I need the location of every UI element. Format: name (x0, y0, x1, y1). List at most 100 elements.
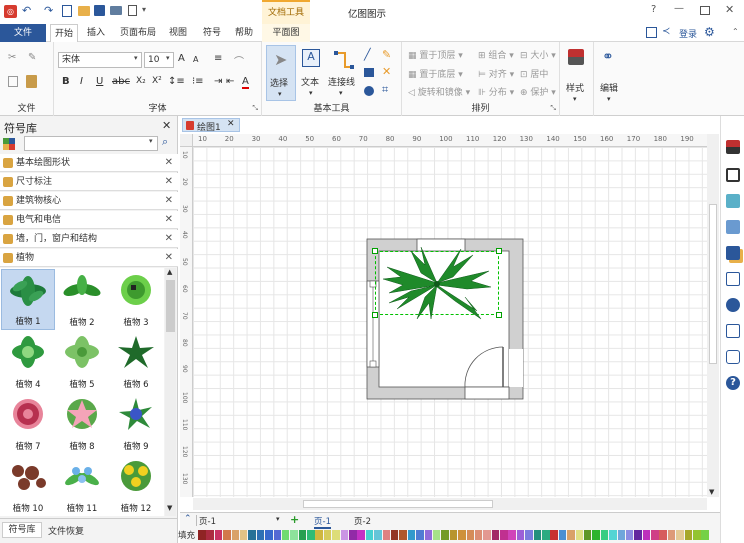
arrange-dialog-launcher-icon[interactable]: ⤡ (550, 104, 556, 113)
color-swatch[interactable] (290, 530, 298, 540)
symbol-plant-10[interactable]: 植物 10 (1, 455, 55, 516)
selection-handle[interactable] (372, 312, 378, 318)
color-swatch[interactable] (416, 530, 424, 540)
color-swatch[interactable] (491, 530, 500, 540)
color-swatch[interactable] (617, 530, 626, 540)
color-swatch[interactable] (357, 530, 365, 540)
share-link-icon[interactable]: ≺ (662, 26, 670, 37)
canvas-vertical-scrollbar[interactable]: ▼ (707, 134, 719, 497)
layers-icon[interactable] (726, 246, 740, 260)
color-swatch[interactable] (684, 530, 693, 540)
line-tool-icon[interactable]: ╱ (364, 48, 371, 61)
distribute-button[interactable]: ⊪ 分布 ▾ (478, 85, 514, 98)
fill-style-icon[interactable] (726, 140, 740, 154)
color-swatch[interactable] (508, 530, 516, 540)
undo-icon[interactable]: ↶ (22, 4, 31, 17)
underline-icon[interactable]: U (96, 76, 103, 87)
library-scrollbar[interactable]: ▲ ▼ (165, 268, 176, 516)
color-swatch[interactable] (340, 530, 349, 540)
symbol-plant-9[interactable]: 植物 9 (109, 393, 163, 454)
image-icon[interactable] (726, 220, 740, 234)
color-swatch[interactable] (693, 530, 701, 540)
bullet-style-icon[interactable]: ⌒ (234, 53, 244, 68)
color-swatch[interactable] (223, 530, 231, 540)
scroll-down-icon[interactable]: ▼ (709, 488, 714, 496)
font-name-dropdown-icon[interactable]: ▾ (134, 54, 138, 62)
color-swatch[interactable] (466, 530, 474, 540)
category-building-core[interactable]: 建筑物核心 ✕ (0, 192, 178, 210)
help-question-icon[interactable]: ? (726, 376, 740, 390)
color-swatch[interactable] (659, 530, 667, 540)
comments-icon[interactable] (726, 350, 740, 364)
color-swatch[interactable] (533, 530, 542, 540)
color-swatch[interactable] (458, 530, 466, 540)
category-close-icon[interactable]: ✕ (165, 173, 173, 191)
symbol-plant-1[interactable]: 植物 1 (1, 269, 55, 330)
font-shrink-icon[interactable]: A (193, 55, 198, 64)
scroll-thumb[interactable] (303, 500, 493, 508)
selection-handle[interactable] (372, 248, 378, 254)
color-swatch[interactable] (390, 530, 399, 540)
category-electrical[interactable]: 电气和电信 ✕ (0, 211, 178, 229)
color-swatch[interactable] (583, 530, 592, 540)
paste-icon[interactable] (26, 75, 37, 88)
color-swatch[interactable] (642, 530, 651, 540)
color-swatch[interactable] (550, 530, 558, 540)
color-swatch[interactable] (206, 530, 214, 540)
tab-file-recovery[interactable]: 文件恢复 (48, 524, 84, 537)
print-icon[interactable] (110, 6, 122, 15)
color-swatch[interactable] (500, 530, 508, 540)
strikethrough-icon[interactable]: abc (112, 76, 130, 87)
maximize-icon[interactable] (700, 6, 710, 15)
bring-front-button[interactable]: ▦ 置于顶层 ▾ (408, 48, 463, 61)
collapse-ribbon-icon[interactable]: ⌃ (732, 27, 739, 36)
color-swatch[interactable] (323, 530, 332, 540)
page-dropdown-icon[interactable]: ▾ (276, 515, 280, 523)
center-button[interactable]: ⊡ 居中 (520, 67, 548, 80)
color-swatch[interactable] (231, 530, 240, 540)
color-swatch[interactable] (516, 530, 525, 540)
search-icon[interactable]: ⌕ (162, 135, 168, 149)
crop-tool-icon[interactable]: ⌗ (382, 83, 388, 97)
color-swatch[interactable] (667, 530, 676, 540)
edit-button[interactable]: ⚭ 编辑 ▾ (597, 45, 625, 103)
font-name-select[interactable]: 宋体 (58, 52, 142, 68)
color-swatch[interactable] (634, 530, 642, 540)
library-switch-icon[interactable] (3, 138, 15, 150)
tab-help[interactable]: 帮助 (230, 24, 258, 42)
cut-icon[interactable]: ✂ (8, 52, 16, 63)
rotate-mirror-button[interactable]: ◁ 旋转和镜像 ▾ (408, 85, 470, 98)
page-icon[interactable] (128, 5, 137, 16)
font-dialog-launcher-icon[interactable]: ⤡ (252, 104, 258, 113)
color-swatch[interactable] (525, 530, 533, 540)
tab-symbols[interactable]: 符号 (198, 24, 226, 42)
share-icon[interactable] (646, 27, 657, 38)
line-style-icon[interactable] (726, 168, 740, 182)
symbol-plant-5[interactable]: 植物 5 (55, 331, 109, 392)
symbol-plant-8[interactable]: 植物 8 (55, 393, 109, 454)
color-swatch[interactable] (239, 530, 248, 540)
canvas-horizontal-scrollbar[interactable] (193, 498, 707, 510)
color-swatch[interactable] (483, 530, 491, 540)
selection-handle[interactable] (496, 312, 502, 318)
current-page-select[interactable]: 页-1 (196, 515, 282, 527)
style-button[interactable]: 样式 ▾ (563, 45, 591, 103)
color-swatch[interactable] (382, 530, 391, 540)
symbol-plant-12[interactable]: 植物 12 (109, 455, 163, 516)
scroll-thumb[interactable] (166, 280, 175, 332)
login-link[interactable]: 登录 (679, 27, 697, 40)
color-swatch[interactable] (315, 530, 323, 540)
color-swatch[interactable] (214, 530, 223, 540)
color-swatch[interactable] (575, 530, 584, 540)
bullets-icon[interactable]: ⁝≡ (192, 76, 204, 87)
notes-icon[interactable] (726, 324, 740, 338)
color-swatch[interactable] (592, 530, 600, 540)
color-swatch[interactable] (273, 530, 282, 540)
color-swatch[interactable] (248, 530, 256, 540)
minimize-icon[interactable]: — (674, 3, 684, 14)
color-swatch[interactable] (424, 530, 433, 540)
page-setup-icon[interactable] (726, 272, 740, 286)
category-close-icon[interactable]: ✕ (165, 154, 173, 172)
scroll-up-icon[interactable]: ▲ (167, 268, 172, 276)
copy-icon[interactable] (8, 76, 18, 87)
